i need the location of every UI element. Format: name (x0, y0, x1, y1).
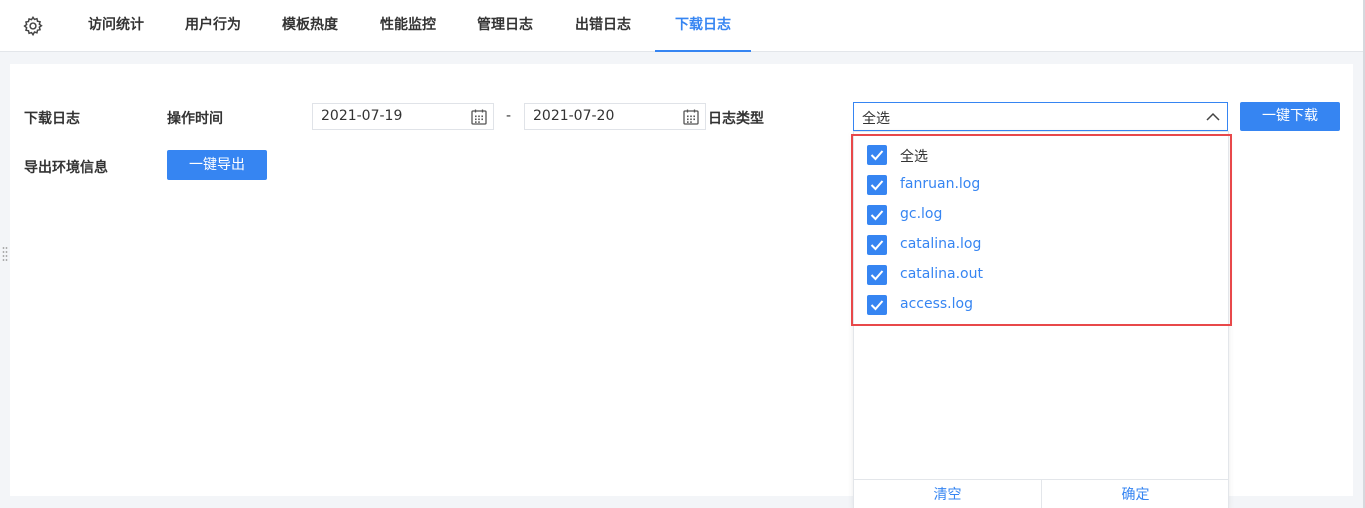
calendar-icon[interactable] (470, 108, 488, 126)
calendar-icon[interactable] (682, 108, 700, 126)
option-label: catalina.log (900, 236, 982, 252)
log-type-selected-value: 全选 (862, 111, 890, 127)
checkbox-checked-icon[interactable] (867, 205, 887, 225)
end-date-value: 2021-07-20 (533, 108, 615, 124)
log-type-label: 日志类型 (708, 111, 764, 127)
top-nav-bar: 访问统计 用户行为 模板热度 性能监控 管理日志 出错日志 下载日志 (0, 0, 1365, 52)
tab-template-heat[interactable]: 模板热度 (282, 0, 338, 52)
tab-access-stats[interactable]: 访问统计 (88, 0, 144, 52)
option-select-all[interactable]: 全选 (867, 144, 1207, 166)
option-label: fanruan.log (900, 176, 981, 192)
tab-error-log[interactable]: 出错日志 (575, 0, 631, 52)
option-gc-log[interactable]: gc.log (867, 204, 1207, 226)
option-catalina-log[interactable]: catalina.log (867, 234, 1207, 256)
gear-icon[interactable] (22, 15, 44, 37)
checkbox-checked-icon[interactable] (867, 235, 887, 255)
download-log-title: 下载日志 (24, 111, 80, 127)
option-fanruan-log[interactable]: fanruan.log (867, 174, 1207, 196)
option-label: access.log (900, 296, 973, 312)
checkbox-checked-icon[interactable] (867, 295, 887, 315)
tab-admin-log[interactable]: 管理日志 (477, 0, 533, 52)
tab-download-log[interactable]: 下载日志 (655, 0, 751, 52)
option-label: gc.log (900, 206, 943, 222)
one-click-download-button[interactable]: 一键下载 (1240, 102, 1340, 131)
tab-performance-monitor[interactable]: 性能监控 (380, 0, 436, 52)
checkbox-checked-icon[interactable] (867, 265, 887, 285)
log-type-select[interactable]: 全选 (853, 102, 1228, 131)
option-label: 全选 (900, 149, 928, 165)
option-label: catalina.out (900, 266, 983, 282)
operation-time-label: 操作时间 (167, 111, 223, 127)
option-catalina-out[interactable]: catalina.out (867, 264, 1207, 286)
one-click-export-button[interactable]: 一键导出 (167, 150, 267, 180)
tab-user-behavior[interactable]: 用户行为 (185, 0, 241, 52)
start-date-value: 2021-07-19 (321, 108, 403, 124)
checkbox-checked-icon[interactable] (867, 145, 887, 165)
start-date-field[interactable]: 2021-07-19 (312, 103, 494, 130)
checkbox-checked-icon[interactable] (867, 175, 887, 195)
log-type-dropdown: 全选 fanruan.log gc.log catalina.log catal… (853, 131, 1229, 508)
end-date-field[interactable]: 2021-07-20 (524, 103, 706, 130)
confirm-button[interactable]: 确定 (1042, 480, 1229, 508)
chevron-up-icon[interactable] (1205, 109, 1221, 125)
export-env-info-title: 导出环境信息 (24, 160, 108, 176)
option-access-log[interactable]: access.log (867, 294, 1207, 316)
clear-button[interactable]: 清空 (854, 480, 1041, 508)
dropdown-footer: 清空 确定 (854, 479, 1228, 508)
date-range-separator: - (506, 108, 512, 124)
resize-handle-icon[interactable] (2, 246, 8, 262)
